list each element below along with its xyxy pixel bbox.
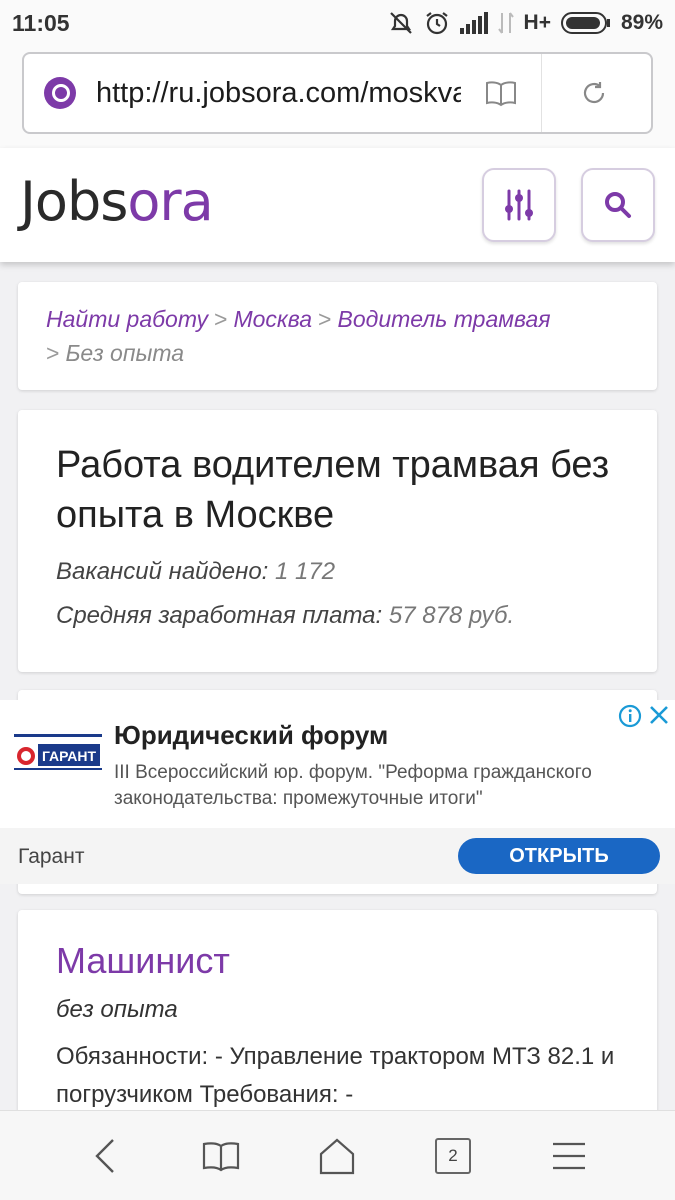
advertiser-logo: ГАРАНТ xyxy=(14,734,102,770)
ad-title[interactable]: Юридический форум xyxy=(114,720,388,751)
reader-mode-icon[interactable] xyxy=(461,54,541,132)
breadcrumb-link-find-job[interactable]: Найти работу xyxy=(46,306,208,332)
battery-percent: 89% xyxy=(620,11,663,34)
site-logo[interactable]: Jobsora xyxy=(20,170,214,233)
sliders-icon xyxy=(505,189,533,221)
browser-logo-icon xyxy=(44,77,76,109)
tabs-button[interactable]: 2 xyxy=(413,1111,493,1200)
breadcrumb-current: Без опыта xyxy=(65,340,185,366)
ad-info-icon[interactable] xyxy=(618,704,642,733)
reload-icon[interactable] xyxy=(541,54,645,132)
menu-button[interactable] xyxy=(529,1111,609,1200)
vacancies-label: Вакансий найдено: xyxy=(56,558,269,585)
chevron-right-icon: > xyxy=(214,306,228,332)
bookmarks-icon xyxy=(202,1142,240,1172)
ad-advertiser: Гарант xyxy=(18,845,85,868)
ad-banner[interactable]: ГАРАНТ Юридический форум III Всероссийск… xyxy=(0,700,675,884)
job-experience: без опыта xyxy=(56,996,178,1023)
close-icon[interactable] xyxy=(648,704,670,731)
bookmarks-button[interactable] xyxy=(181,1111,261,1200)
search-summary: Работа водителем трамвая без опыта в Мос… xyxy=(18,410,657,672)
home-icon xyxy=(319,1138,355,1175)
page-title: Работа водителем трамвая без опыта в Мос… xyxy=(56,444,610,536)
status-icons: H+ 89% xyxy=(388,10,663,36)
status-bar: 11:05 H+ 89% xyxy=(0,0,675,44)
back-button[interactable] xyxy=(65,1111,145,1200)
alarm-icon xyxy=(424,10,450,36)
battery-icon xyxy=(560,12,611,34)
breadcrumb-link-city[interactable]: Москва xyxy=(233,306,312,332)
chevron-right-icon: > xyxy=(318,306,332,332)
network-type: H+ xyxy=(523,11,551,34)
breadcrumb-link-profession[interactable]: Водитель трамвая xyxy=(337,306,550,332)
url-text[interactable]: http://ru.jobsora.com/moskva xyxy=(96,77,461,110)
vacancies-value: 1 172 xyxy=(275,558,336,585)
filter-button[interactable] xyxy=(482,168,556,242)
job-title[interactable]: Машинист xyxy=(56,940,619,982)
chevron-right-icon: > xyxy=(46,340,60,366)
search-button[interactable] xyxy=(581,168,655,242)
site-header: Jobsora xyxy=(0,148,675,262)
browser-toolbar: http://ru.jobsora.com/moskva xyxy=(0,44,675,148)
menu-icon xyxy=(553,1142,585,1170)
svg-text:ГАРАНТ: ГАРАНТ xyxy=(42,748,96,764)
back-icon xyxy=(95,1139,114,1173)
address-bar[interactable]: http://ru.jobsora.com/moskva xyxy=(22,52,653,134)
job-description: Обязанности: - Управление трактором МТЗ … xyxy=(56,1043,615,1108)
tabs-icon: 2 xyxy=(435,1138,471,1174)
home-button[interactable] xyxy=(297,1111,377,1200)
signal-icon xyxy=(459,12,488,34)
browser-bottom-nav: 2 xyxy=(0,1110,675,1200)
ad-open-button[interactable]: ОТКРЫТЬ xyxy=(458,838,660,874)
data-arrows-icon xyxy=(497,11,514,35)
mute-icon xyxy=(388,10,414,36)
search-icon xyxy=(605,192,631,218)
vacancies-count: Вакансий найдено: 1 172 xyxy=(56,550,619,594)
average-salary: Средняя заработная плата: 57 878 руб. xyxy=(56,594,619,638)
breadcrumb: Найти работу > Москва > Водитель трамвая > Бе… xyxy=(18,282,657,390)
ad-footer: Гарант ОТКРЫТЬ xyxy=(0,828,675,884)
ad-text: III Всероссийский юр. форум. "Реформа гр… xyxy=(114,762,592,809)
status-time: 11:05 xyxy=(12,10,70,36)
salary-label: Средняя заработная плата: xyxy=(56,602,383,629)
salary-value: 57 878 руб. xyxy=(388,602,515,629)
